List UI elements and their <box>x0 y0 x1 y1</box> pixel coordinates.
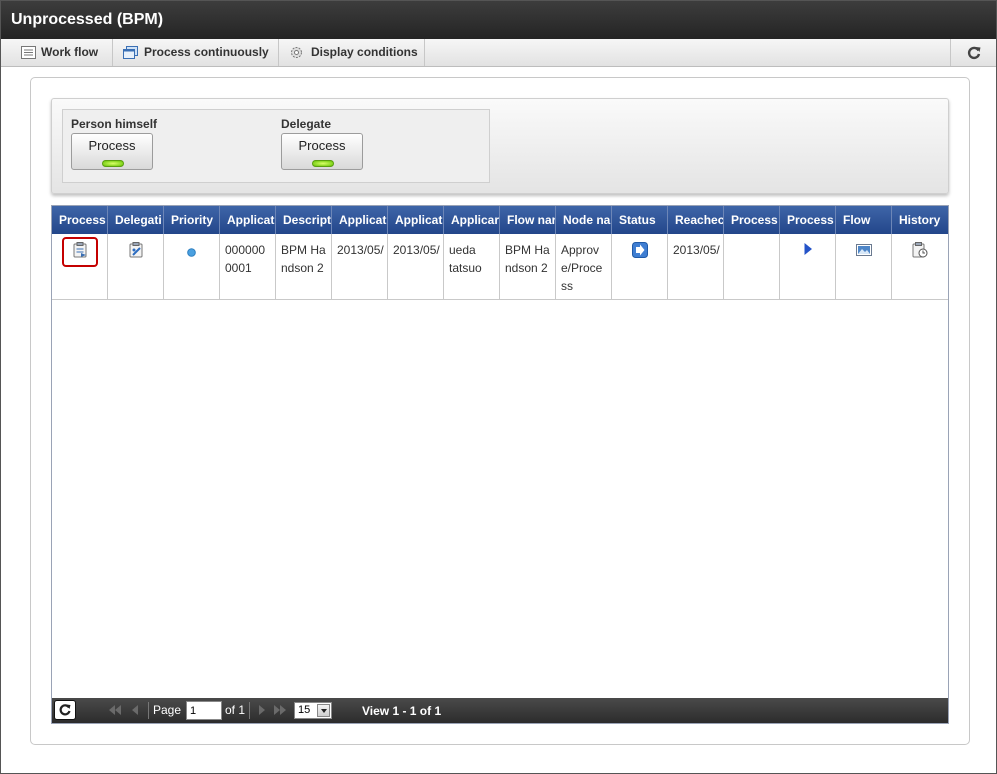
col-delegation[interactable]: Delegati <box>108 206 164 234</box>
process-group: Person himself Process Delegate Process <box>62 109 490 183</box>
status-led-icon <box>102 160 124 167</box>
flow-cell <box>836 234 892 300</box>
refresh-button[interactable] <box>950 39 996 66</box>
col-reached[interactable]: Reachec <box>668 206 724 234</box>
next-page-icon[interactable] <box>255 704 269 716</box>
reached-cell: 2013/05/ <box>668 234 724 300</box>
process-cell <box>52 234 108 300</box>
page-count-label: of 1 <box>225 703 246 717</box>
pager: Page of 1 15 View 1 - 1 of 1 <box>52 698 948 723</box>
person-process-button[interactable]: Process <box>71 133 153 170</box>
col-flow[interactable]: Flow <box>836 206 892 234</box>
status-led-icon <box>312 160 334 167</box>
table-row[interactable]: 0000000001 BPM Handson 2 2013/05/ 2013/0… <box>52 234 948 300</box>
col-node-name[interactable]: Node na <box>556 206 612 234</box>
col-description[interactable]: Descript <box>276 206 332 234</box>
window-title: Unprocessed (BPM) <box>1 1 996 39</box>
process-continuously-button[interactable]: Process continuously <box>113 39 279 66</box>
workflow-button[interactable]: Work flow <box>11 39 113 66</box>
application-date-cell: 2013/05/ <box>332 234 388 300</box>
delegation-cell <box>108 234 164 300</box>
delegate-label: Delegate <box>281 117 332 131</box>
grid-header: Process Delegati Priority Applicat Descr… <box>52 206 948 234</box>
delegate-process-label: Process <box>298 138 346 153</box>
applicant-cell: ueda tatsuo <box>444 234 500 300</box>
refresh-icon <box>59 704 71 716</box>
col-priority[interactable]: Priority <box>164 206 220 234</box>
col-flow-name[interactable]: Flow nar <box>500 206 556 234</box>
col-applicant[interactable]: Applicar <box>444 206 500 234</box>
chevron-down-icon <box>317 704 330 717</box>
delegation-clipboard-icon[interactable] <box>129 242 143 258</box>
display-conditions-label: Display conditions <box>311 45 418 59</box>
workflow-label: Work flow <box>41 45 99 59</box>
col-status[interactable]: Status <box>612 206 668 234</box>
page-size-select[interactable]: 15 <box>294 702 332 719</box>
view-records-text: View 1 - 1 of 1 <box>362 704 442 718</box>
flow-image-icon[interactable] <box>855 244 872 256</box>
col-application-date2[interactable]: Applicat <box>388 206 444 234</box>
last-page-icon[interactable] <box>273 704 287 716</box>
process2-cell <box>724 234 780 300</box>
window: Unprocessed (BPM) Work flow Process cont… <box>0 0 997 774</box>
display-conditions-button[interactable]: Display conditions <box>279 39 425 66</box>
refresh-icon <box>967 46 981 60</box>
prev-page-icon[interactable] <box>128 704 142 716</box>
history-clock-icon[interactable] <box>912 242 928 258</box>
first-page-icon[interactable] <box>108 704 122 716</box>
unprocessed-grid: Process Delegati Priority Applicat Descr… <box>51 205 949 724</box>
col-process[interactable]: Process <box>52 206 108 234</box>
reload-grid-button[interactable] <box>54 700 76 720</box>
col-process2[interactable]: Process <box>724 206 780 234</box>
process-continuously-label: Process continuously <box>144 45 269 59</box>
priority-dot-icon <box>187 248 196 257</box>
play-arrow-icon[interactable] <box>803 242 813 256</box>
status-arrow-icon[interactable] <box>631 242 648 258</box>
process3-cell <box>780 234 836 300</box>
col-history[interactable]: History <box>892 206 948 234</box>
page-label: Page <box>153 703 182 717</box>
windows-icon <box>123 46 138 59</box>
pager-separator <box>249 702 250 719</box>
node-name-cell: Approve/Process <box>556 234 612 300</box>
priority-cell <box>164 234 220 300</box>
person-process-label: Process <box>88 138 136 153</box>
application-no-cell: 0000000001 <box>220 234 276 300</box>
description-cell: BPM Handson 2 <box>276 234 332 300</box>
col-application-no[interactable]: Applicat <box>220 206 276 234</box>
gear-icon <box>291 47 302 58</box>
highlight-box <box>62 237 98 267</box>
list-icon <box>21 46 36 59</box>
status-cell <box>612 234 668 300</box>
flow-name-cell: BPM Handson 2 <box>500 234 556 300</box>
person-himself-label: Person himself <box>71 117 158 131</box>
page-size-value: 15 <box>298 704 311 716</box>
col-process3[interactable]: Process <box>780 206 836 234</box>
col-application-date[interactable]: Applicat <box>332 206 388 234</box>
pager-separator <box>148 702 149 719</box>
toolbar: Work flow Process continuously Display c… <box>1 39 996 67</box>
history-cell <box>892 234 948 300</box>
application-date2-cell: 2013/05/ <box>388 234 444 300</box>
process-panel: Person himself Process Delegate Process <box>51 98 949 194</box>
page-number-input[interactable] <box>186 701 222 720</box>
delegate-process-button[interactable]: Process <box>281 133 363 170</box>
